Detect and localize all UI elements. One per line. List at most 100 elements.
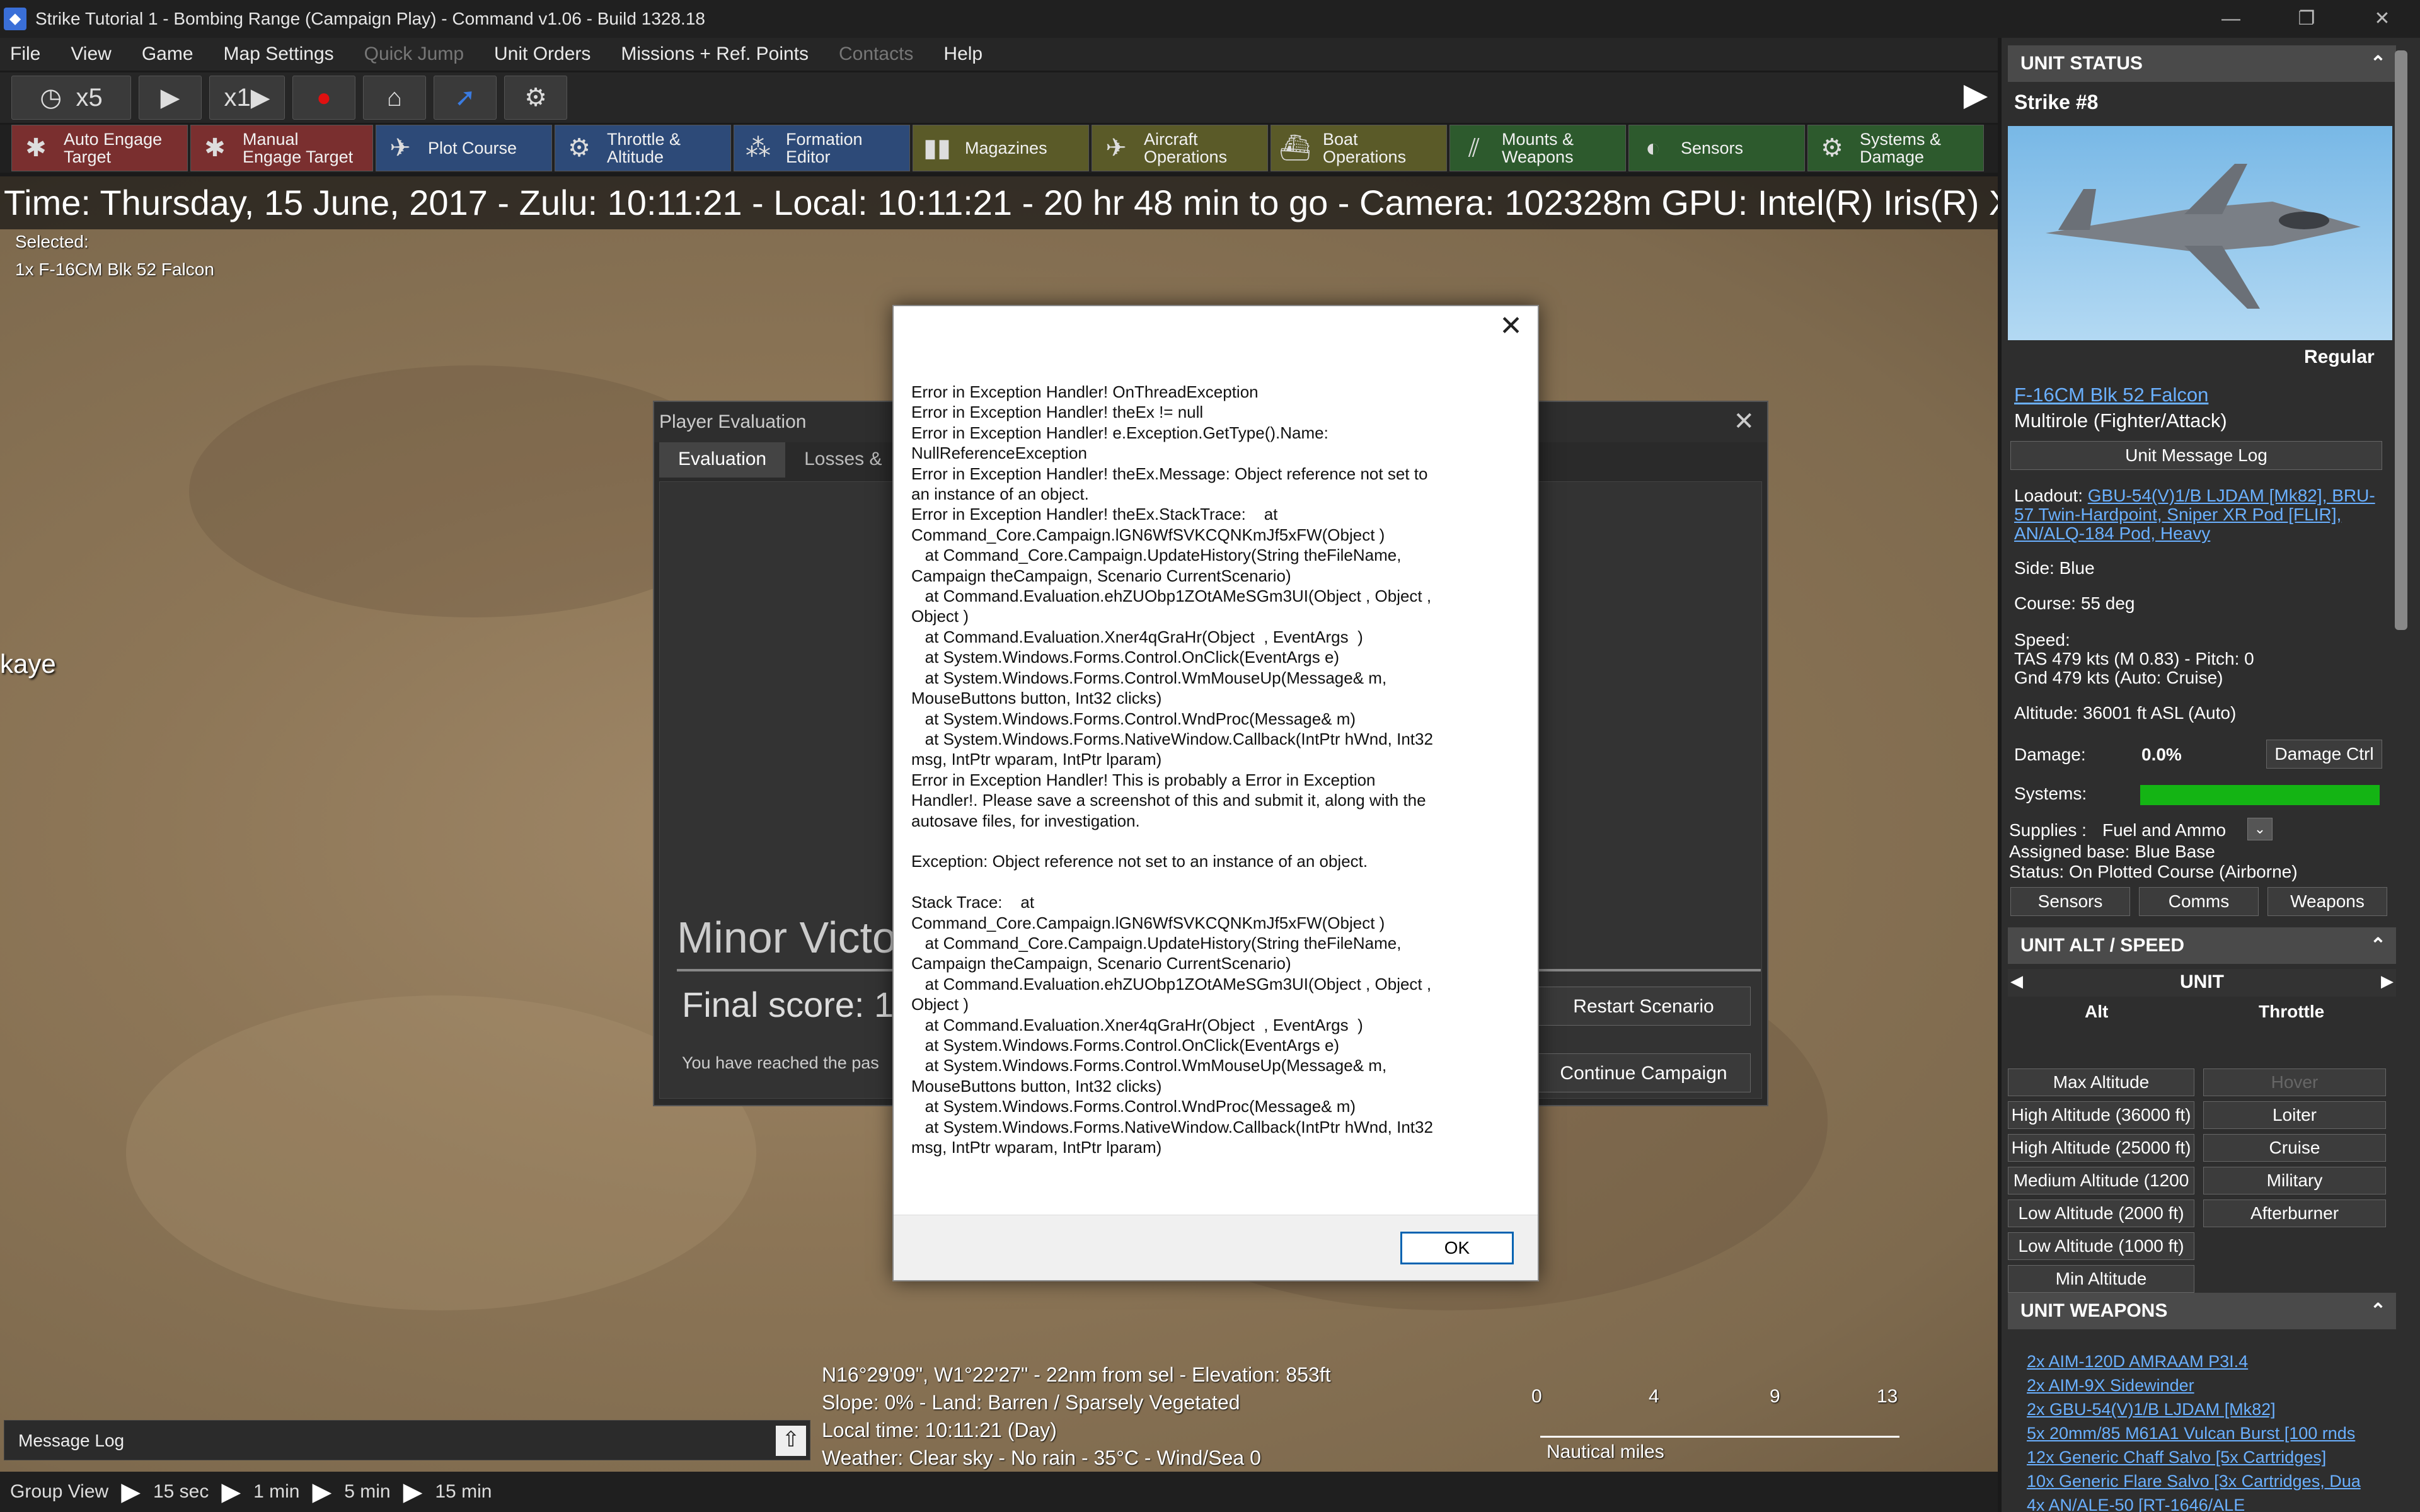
collapse-icon[interactable]: ⌃ (2370, 45, 2386, 82)
play-button[interactable]: ▶ (139, 76, 202, 120)
group-view-label: Group View (10, 1481, 109, 1502)
menu-file[interactable]: File (10, 43, 40, 65)
unit-class-link[interactable]: F-16CM Blk 52 Falcon (2014, 385, 2208, 404)
weapon-item[interactable]: 10x Generic Flare Salvo [3x Cartridges, … (2027, 1472, 2361, 1491)
app-icon: ◆ (4, 8, 26, 30)
throttle-altitude-button[interactable]: ⚙ Throttle & Altitude (555, 125, 731, 171)
military-button[interactable]: Military (2203, 1167, 2386, 1194)
sensors-button[interactable]: ◐ Sensors (1628, 125, 1805, 171)
hangar-icon: ⌂ (386, 83, 403, 112)
weapons-tab-button[interactable]: Weapons (2267, 887, 2387, 916)
ok-button[interactable]: OK (1400, 1232, 1514, 1264)
low-altitude-1000-button[interactable]: Low Altitude (1000 ft) (2008, 1232, 2194, 1260)
sidebar-toggle-button[interactable]: ▶ (1960, 72, 1991, 117)
dialog-footer: OK (894, 1215, 1538, 1280)
radar-icon: ◐ (1645, 134, 1661, 162)
play-icon[interactable]: ▶ (312, 1477, 331, 1506)
speed-gnd: Gnd 479 kts (Auto: Cruise) (2014, 668, 2223, 687)
chevron-down-icon[interactable]: ⌄ (2247, 818, 2273, 840)
menu-missions[interactable]: Missions + Ref. Points (621, 43, 809, 65)
weapon-item[interactable]: 5x 20mm/85 M61A1 Vulcan Burst [100 rnds (2027, 1424, 2355, 1443)
afterburner-button[interactable]: Afterburner (2203, 1200, 2386, 1227)
cursor-position: N16°29'09", W1°22'27" - 22nm from sel - … (822, 1363, 1331, 1386)
plot-course-button[interactable]: ✈ Plot Course (376, 125, 552, 171)
tab-losses[interactable]: Losses & (785, 442, 901, 478)
menu-help[interactable]: Help (943, 43, 982, 65)
menu-unit-orders[interactable]: Unit Orders (494, 43, 591, 65)
sidebar-scrollbar[interactable] (2395, 50, 2407, 630)
low-altitude-2000-button[interactable]: Low Altitude (2000 ft) (2008, 1200, 2194, 1227)
message-log-label: Message Log (18, 1431, 125, 1450)
group-view-15sec[interactable]: 15 sec (153, 1481, 209, 1503)
loiter-button[interactable]: Loiter (2203, 1101, 2386, 1129)
medium-altitude-button[interactable]: Medium Altitude (1200 (2008, 1167, 2194, 1194)
play-icon[interactable]: ▶ (403, 1477, 423, 1506)
close-window-button[interactable]: ✕ (2344, 0, 2420, 38)
scale-tick: 0 (1531, 1386, 1542, 1407)
max-altitude-button[interactable]: Max Altitude (2008, 1068, 2194, 1096)
final-score: Final score: 10 (682, 985, 914, 1024)
unit-status-header[interactable]: UNIT STATUS ⌃ (2008, 45, 2396, 82)
expand-up-icon[interactable]: ⇧ (776, 1426, 806, 1456)
weapon-item[interactable]: 2x AIM-120D AMRAAM P3I.4 (2027, 1352, 2248, 1371)
boat-icon: ⛴ (1279, 134, 1311, 162)
group-view-1min[interactable]: 1 min (253, 1481, 299, 1503)
message-log-bar[interactable]: Message Log ⇧ (4, 1420, 810, 1460)
menu-game[interactable]: Game (142, 43, 193, 65)
group-view-15min[interactable]: 15 min (435, 1481, 492, 1503)
min-altitude-button[interactable]: Min Altitude (2008, 1265, 2194, 1293)
supplies-label: Supplies : (2009, 820, 2087, 840)
formation-editor-button[interactable]: ⁂ Formation Editor (734, 125, 910, 171)
play-icon[interactable]: ▶ (221, 1477, 241, 1506)
close-icon[interactable]: ✕ (1499, 310, 1523, 342)
jump-button[interactable]: ➚ (434, 76, 497, 120)
aircraft-operations-button[interactable]: ✈ Aircraft Operations (1092, 125, 1268, 171)
menu-quick-jump[interactable]: Quick Jump (364, 43, 464, 65)
collapse-icon[interactable]: ⌃ (2370, 927, 2386, 964)
time-compression-x1-button[interactable]: x1 ▶ (209, 76, 285, 120)
manual-engage-button[interactable]: ✱ Manual Engage Target (190, 125, 373, 171)
chevron-right-icon[interactable]: ▶ (2381, 971, 2394, 991)
restart-scenario-button[interactable]: Restart Scenario (1536, 987, 1751, 1026)
unit-message-log-button[interactable]: Unit Message Log (2010, 441, 2382, 470)
weapon-item[interactable]: 12x Generic Chaff Salvo [5x Cartridges] (2027, 1448, 2326, 1467)
maximize-button[interactable]: ❐ (2269, 0, 2344, 38)
close-icon[interactable]: ✕ (1733, 407, 1754, 436)
damage-control-button[interactable]: Damage Ctrl (2266, 740, 2382, 769)
boat-operations-button[interactable]: ⛴ Boat Operations (1270, 125, 1447, 171)
damage-label: Damage: (2014, 745, 2086, 764)
unit-alt-speed-header[interactable]: UNIT ALT / SPEED ⌃ (2008, 927, 2396, 964)
tab-evaluation[interactable]: Evaluation (659, 442, 786, 478)
comms-tab-button[interactable]: Comms (2139, 887, 2259, 916)
settings-button[interactable]: ⚙ (504, 76, 567, 120)
group-view-bar: Group View ▶ 15 sec ▶ 1 min ▶ 5 min ▶ 15… (0, 1472, 1998, 1512)
magazines-button[interactable]: ▮▮ Magazines (913, 125, 1089, 171)
minimize-button[interactable]: — (2193, 0, 2269, 38)
weapon-item[interactable]: 4x AN/ALE-50 [RT-1646/ALE (2027, 1496, 2245, 1512)
group-view-5min[interactable]: 5 min (344, 1481, 390, 1503)
menu-view[interactable]: View (71, 43, 111, 65)
unit-weapons-header[interactable]: UNIT WEAPONS ⌃ (2008, 1293, 2396, 1329)
high-altitude-25000-button[interactable]: High Altitude (25000 ft) (2008, 1134, 2194, 1162)
sensors-tab-button[interactable]: Sensors (2010, 887, 2130, 916)
menu-map-settings[interactable]: Map Settings (224, 43, 334, 65)
hover-button[interactable]: Hover (2203, 1068, 2386, 1096)
collapse-icon[interactable]: ⌃ (2370, 1293, 2386, 1329)
play-icon[interactable]: ▶ (121, 1477, 141, 1506)
auto-engage-button[interactable]: ✱ Auto Engage Target (11, 125, 188, 171)
menu-contacts[interactable]: Contacts (839, 43, 913, 65)
scale-bar: 0 4 9 13 Nautical miles (1531, 1386, 1910, 1474)
time-compression-x5-button[interactable]: ◷ x5 (11, 76, 131, 120)
high-altitude-36000-button[interactable]: High Altitude (36000 ft) (2008, 1101, 2194, 1129)
continue-campaign-button[interactable]: Continue Campaign (1536, 1053, 1751, 1092)
record-button[interactable]: ● (292, 76, 355, 120)
hangar-button[interactable]: ⌂ (363, 76, 426, 120)
scale-tick: 13 (1877, 1386, 1898, 1407)
cruise-button[interactable]: Cruise (2203, 1134, 2386, 1162)
systems-damage-button[interactable]: ⚙ Systems & Damage (1807, 125, 1984, 171)
unit-course: Course: 55 deg (2014, 593, 2135, 613)
mounts-weapons-button[interactable]: ⫽ Mounts & Weapons (1449, 125, 1626, 171)
weapon-item[interactable]: 2x AIM-9X Sidewinder (2027, 1376, 2194, 1395)
weapon-item[interactable]: 2x GBU-54(V)1/B LJDAM [Mk82] (2027, 1400, 2276, 1419)
selected-label: Selected: (15, 232, 89, 251)
